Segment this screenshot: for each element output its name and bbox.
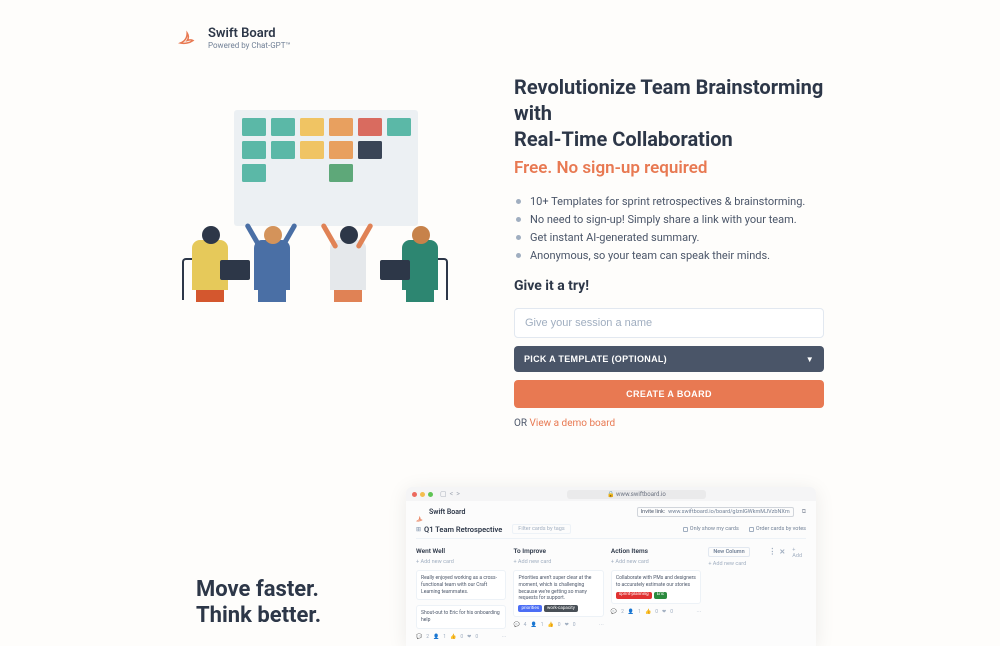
brand-subtitle: Powered by Chat-GPT™	[208, 41, 290, 50]
card-tag[interactable]: priorities	[518, 605, 542, 612]
like-icon[interactable]: 👍	[450, 634, 456, 640]
comment-icon[interactable]: 💬	[513, 622, 519, 628]
vote-icon[interactable]: 👤	[530, 622, 536, 628]
create-board-button[interactable]: CREATE A BOARD	[514, 380, 824, 408]
hero-illustration	[178, 98, 478, 318]
back-icon: <	[450, 490, 454, 498]
vote-icon[interactable]: 👤	[628, 609, 634, 615]
reaction-icon[interactable]: ❤	[662, 609, 666, 615]
board-card[interactable]: Shout-out to Eric for his onboarding hel…	[416, 605, 506, 629]
add-card-button[interactable]: + Add new card	[513, 559, 603, 565]
only-my-cards-checkbox[interactable]: Only show my cards	[683, 526, 739, 532]
order-by-votes-checkbox[interactable]: Order cards by votes	[749, 526, 806, 532]
invite-link-field[interactable]: Invite link: www.swiftboard.io/board/gIz…	[637, 507, 794, 517]
board-column: To Improve + Add new card Priorities are…	[513, 547, 603, 640]
board-column: Went Well + Add new card Really enjoyed …	[416, 547, 506, 640]
column-title: To Improve	[513, 547, 546, 555]
board-card[interactable]: Collaborate with PMs and designers to ac…	[611, 570, 701, 604]
column-title: Action Items	[611, 547, 648, 555]
browser-chrome: ▢ < > 🔒 www.swiftboard.io	[406, 487, 816, 501]
section-title: Move faster. Think better.	[196, 577, 376, 630]
card-tag[interactable]: Eric	[654, 592, 668, 599]
chevron-down-icon: ▼	[806, 355, 814, 364]
new-column: New Column ⋮ ✕ + Add new card	[708, 547, 785, 640]
feature-list: 10+ Templates for sprint retrospectives …	[514, 192, 864, 264]
card-footer: 💬4 👤1 👍0 ❤0 ⋯	[513, 622, 603, 628]
lock-icon: 🔒	[607, 491, 614, 498]
traffic-light-minimize-icon	[420, 492, 425, 497]
template-select[interactable]: PICK A TEMPLATE (OPTIONAL) ▼	[514, 346, 824, 372]
expand-icon[interactable]: ⊞	[416, 526, 421, 533]
demo-brand: Swift Board	[429, 508, 465, 516]
card-footer: 💬2 👤1 👍0 ❤0 ⋯	[611, 609, 701, 615]
hero-headline: Revolutionize Team Brainstorming with Re…	[514, 74, 864, 152]
close-icon[interactable]: ✕	[779, 548, 785, 556]
traffic-light-zoom-icon	[428, 492, 433, 497]
sidebar-icon: ▢	[440, 490, 447, 498]
header: Swift Board Powered by Chat-GPT™	[0, 26, 1000, 50]
copy-icon[interactable]: ⧉	[802, 508, 806, 516]
demo-board-line: OR View a demo board	[514, 418, 864, 429]
board-title: ⊞ Q1 Team Retrospective	[416, 525, 502, 534]
comment-icon[interactable]: 💬	[416, 634, 422, 640]
forward-icon: >	[456, 490, 460, 498]
view-demo-link[interactable]: View a demo board	[530, 418, 616, 429]
filter-tags-input[interactable]: Filter cards by tags	[512, 524, 570, 534]
url-bar: 🔒 www.swiftboard.io	[567, 490, 706, 499]
more-icon[interactable]: ⋯	[696, 609, 701, 615]
add-card-button[interactable]: + Add new card	[611, 559, 701, 565]
add-card-button[interactable]: + Add new card	[708, 561, 785, 567]
cta-title: Give it a try!	[514, 278, 864, 294]
demo-browser-mockup: ▢ < > 🔒 www.swiftboard.io Swift Board In…	[406, 487, 816, 646]
feature-item: Anonymous, so your team can speak their …	[514, 246, 864, 264]
add-column-button[interactable]: + Add	[792, 547, 806, 640]
column-title: Went Well	[416, 547, 445, 555]
feature-item: Get instant AI-generated summary.	[514, 228, 864, 246]
card-tag[interactable]: sprint-planning	[616, 592, 652, 599]
feature-item: 10+ Templates for sprint retrospectives …	[514, 192, 864, 210]
feature-item: No need to sign-up! Simply share a link …	[514, 210, 864, 228]
brand-name: Swift Board	[208, 26, 290, 41]
new-column-input[interactable]: New Column	[708, 547, 749, 557]
reaction-icon[interactable]: ❤	[565, 622, 569, 628]
card-tag[interactable]: work-capacity	[544, 605, 578, 612]
board-card[interactable]: Really enjoyed working as a cross-functi…	[416, 570, 506, 600]
board-column: Action Items + Add new card Collaborate …	[611, 547, 701, 640]
hero-subheadline: Free. No sign-up required	[514, 158, 864, 178]
vote-icon[interactable]: 👤	[433, 634, 439, 640]
like-icon[interactable]: 👍	[548, 622, 554, 628]
traffic-light-close-icon	[412, 492, 417, 497]
swift-logo-icon	[416, 508, 424, 516]
comment-icon[interactable]: 💬	[611, 609, 617, 615]
more-icon[interactable]: ⋯	[501, 634, 506, 640]
more-icon[interactable]: ⋯	[599, 622, 604, 628]
card-footer: 💬2 👤1 👍0 ❤0 ⋯	[416, 634, 506, 640]
like-icon[interactable]: 👍	[645, 609, 651, 615]
add-card-button[interactable]: + Add new card	[416, 559, 506, 565]
swift-logo-icon	[178, 28, 198, 48]
reaction-icon[interactable]: ❤	[467, 634, 471, 640]
board-card[interactable]: Priorities aren't super clear at the mom…	[513, 570, 603, 617]
session-name-input[interactable]	[514, 308, 824, 338]
column-menu-icon[interactable]: ⋮	[768, 550, 776, 554]
